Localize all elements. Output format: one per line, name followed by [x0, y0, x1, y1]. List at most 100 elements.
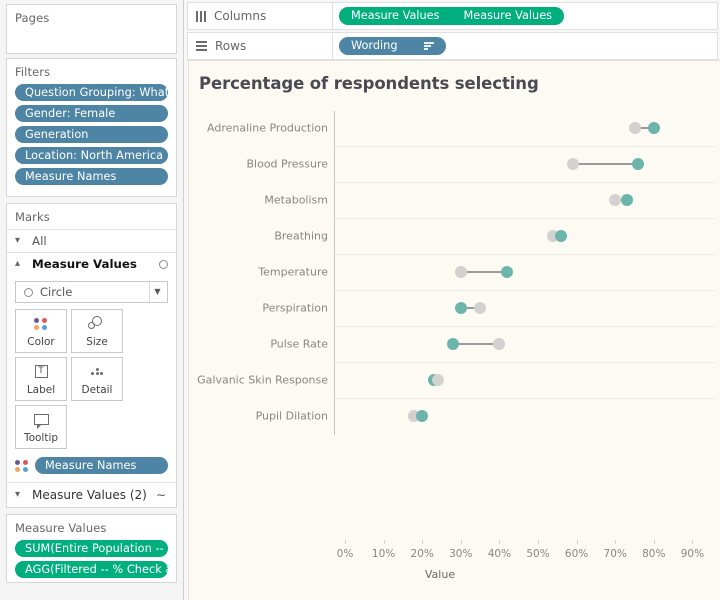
label-button-label: Label	[26, 383, 56, 396]
chevron-down-icon[interactable]: ▾	[15, 490, 27, 500]
chart-plot-area[interactable]: Adrenaline Production Blood Pressure Metab…	[189, 111, 720, 581]
label-text-icon: T	[34, 363, 48, 381]
filters-card[interactable]: Filters Question Grouping: What do.. Gen…	[6, 58, 177, 197]
rows-icon	[196, 40, 207, 52]
marks-pill-measure-names[interactable]: Measure Names	[35, 457, 168, 474]
size-button-label: Size	[86, 335, 108, 348]
data-point-mark[interactable]	[609, 194, 622, 206]
filter-pill-location[interactable]: Location: North America	[15, 147, 168, 164]
data-point-mark[interactable]	[647, 122, 660, 134]
marks-measure-values-2-row[interactable]: ▾ Measure Values (2) ∼	[7, 482, 176, 507]
marks-measure-values-label: Measure Values	[32, 257, 137, 271]
data-point-mark[interactable]	[474, 302, 487, 314]
x-axis-tick-label: 10%	[371, 548, 396, 560]
size-button[interactable]: Size	[71, 309, 123, 353]
marks-measure-values-2-label: Measure Values (2)	[32, 488, 147, 502]
chart-title: Percentage of respondents selecting	[199, 74, 539, 93]
tooltip-button[interactable]: Tooltip	[15, 405, 67, 449]
data-point-mark[interactable]	[628, 122, 641, 134]
left-panel: Pages Filters Question Grouping: What do…	[0, 0, 184, 600]
y-axis-tick-label: Pulse Rate	[270, 337, 328, 351]
x-axis-tick-label: 40%	[487, 548, 512, 560]
x-axis-tick-label: 90%	[680, 548, 705, 560]
gridline	[334, 398, 715, 399]
chevron-down-icon[interactable]: ▾	[15, 236, 27, 246]
tooltip-bubble-icon	[33, 411, 49, 429]
columns-shelf[interactable]: Columns Measure Values Measure Values	[187, 2, 718, 30]
rows-shelf[interactable]: Rows Wording	[187, 32, 718, 60]
data-point-mark[interactable]	[555, 230, 568, 242]
marks-measure-values-row[interactable]: ▴ Measure Values	[7, 252, 176, 275]
mark-encoding-buttons: Color Size T Label Detail Tooltip	[15, 309, 168, 449]
rows-shelf-pills: Wording	[333, 37, 446, 55]
gridline	[334, 362, 715, 363]
filter-pill-question-grouping[interactable]: Question Grouping: What do..	[15, 84, 168, 101]
tooltip-button-label: Tooltip	[23, 431, 59, 444]
data-point-mark[interactable]	[566, 158, 579, 170]
detail-dots-icon	[91, 363, 103, 381]
data-point-mark[interactable]	[454, 302, 467, 314]
y-axis-tick-label: Temperature	[258, 265, 328, 279]
columns-icon	[196, 10, 206, 22]
rows-pill-label: Wording	[351, 39, 398, 52]
y-axis-tick-label: Adrenaline Production	[207, 121, 328, 135]
circle-mark-icon	[159, 259, 168, 269]
x-axis-tick-mark	[692, 540, 694, 544]
marks-card: Marks ▾ All ▴ Measure Values Circle ▼ Co…	[6, 203, 177, 508]
y-axis-tick-label: Pupil Dilation	[255, 409, 328, 423]
filters-card-title: Filters	[15, 65, 51, 79]
marks-body: Circle ▼ Color Size T Label Detail Toolt…	[7, 275, 176, 482]
x-axis-tick-label: 50%	[526, 548, 550, 560]
mark-type-select[interactable]: Circle ▼	[15, 281, 168, 303]
gridline	[334, 146, 715, 147]
x-axis-tick-label: 30%	[449, 548, 473, 560]
legend-pill-sum-entire-population[interactable]: SUM(Entire Population -- % ..	[15, 540, 168, 557]
filter-pill-gender[interactable]: Gender: Female	[15, 105, 168, 122]
marks-all-row[interactable]: ▾ All	[7, 229, 176, 252]
columns-label-text: Columns	[214, 9, 267, 23]
data-point-mark[interactable]	[501, 266, 514, 278]
color-button[interactable]: Color	[15, 309, 67, 353]
data-point-mark[interactable]	[632, 158, 645, 170]
x-axis-tick-label: 60%	[564, 548, 589, 560]
x-axis-tick-mark	[615, 540, 617, 544]
y-axis-tick-label: Perspiration	[262, 301, 328, 315]
line-mark-icon: ∼	[155, 488, 166, 502]
data-point-mark[interactable]	[431, 374, 444, 386]
columns-shelf-label: Columns	[188, 3, 333, 29]
data-point-mark[interactable]	[493, 338, 506, 350]
y-axis-line	[334, 111, 335, 435]
filter-pill-generation[interactable]: Generation	[15, 126, 168, 143]
filter-pill-measure-names[interactable]: Measure Names	[15, 168, 168, 185]
color-button-label: Color	[27, 335, 55, 348]
chevron-up-icon[interactable]: ▴	[15, 259, 27, 269]
gridline	[334, 290, 715, 291]
columns-shelf-pills: Measure Values Measure Values	[333, 7, 565, 25]
columns-pill-measure-values-2[interactable]: Measure Values	[451, 7, 565, 25]
data-point-mark[interactable]	[447, 338, 460, 350]
viz-pane: Percentage of respondents selecting Adre…	[188, 60, 720, 600]
x-axis-tick-label: 20%	[410, 548, 434, 560]
x-axis-tick-mark	[653, 540, 655, 544]
label-button[interactable]: T Label	[15, 357, 67, 401]
circle-icon	[24, 287, 33, 297]
gridline	[334, 326, 715, 327]
gridline	[334, 182, 715, 183]
x-axis-tick-mark	[345, 540, 346, 544]
rows-pill-wording[interactable]: Wording	[339, 37, 446, 55]
shelf-area: Columns Measure Values Measure Values Ro…	[185, 0, 720, 60]
data-point-mark[interactable]	[620, 194, 633, 206]
sort-descending-icon[interactable]	[423, 41, 434, 51]
data-point-mark[interactable]	[454, 266, 467, 278]
chevron-down-icon[interactable]: ▼	[149, 282, 165, 302]
legend-pill-agg-filtered[interactable]: AGG(Filtered -- % Check all ..	[15, 561, 168, 578]
columns-pill-measure-values-1[interactable]: Measure Values	[339, 7, 452, 25]
data-point-mark[interactable]	[416, 410, 429, 422]
detail-button[interactable]: Detail	[71, 357, 123, 401]
tableau-worksheet: Pages Filters Question Grouping: What do…	[0, 0, 720, 600]
dumbbell-connector	[572, 163, 639, 165]
color-encoding-row: Measure Names	[15, 457, 168, 474]
y-axis-tick-label: Metabolism	[264, 193, 328, 207]
pages-card[interactable]: Pages	[6, 4, 177, 54]
x-axis-tick-label: 80%	[642, 548, 666, 560]
